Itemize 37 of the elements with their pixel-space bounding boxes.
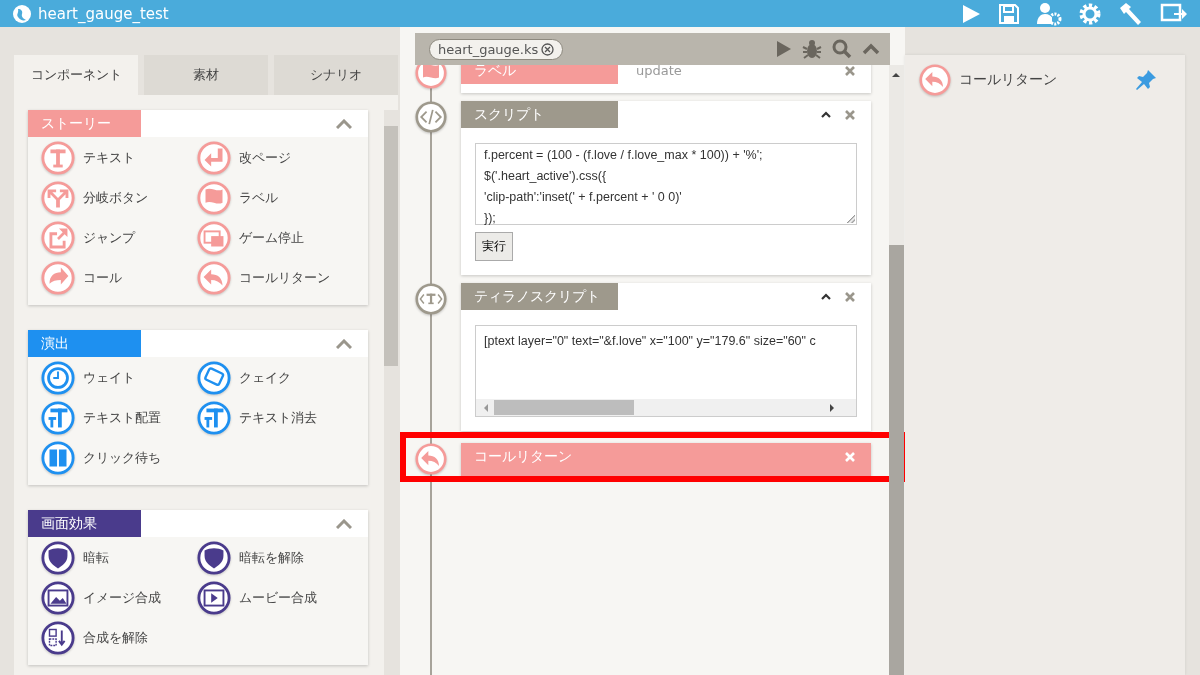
component-label[interactable]: テキスト消去: [239, 409, 317, 427]
component-label[interactable]: ジャンプ: [83, 229, 135, 247]
section-title: ストーリー: [28, 110, 141, 137]
component-label[interactable]: 暗転: [83, 549, 109, 567]
component-label[interactable]: クェイク: [239, 369, 291, 387]
label-name: update: [636, 65, 682, 78]
component-label[interactable]: ムービー合成: [239, 589, 317, 607]
block-title: ラベル: [461, 65, 618, 84]
project-title: heart_gauge_test: [38, 4, 169, 23]
file-tab[interactable]: heart_gauge.ks: [429, 38, 564, 60]
component-label[interactable]: 改ページ: [239, 149, 291, 167]
component-label[interactable]: ゲーム停止: [239, 229, 304, 247]
scenario-block[interactable]: ティラノスクリプト [ptext layer="0" text="&f.love" x="100" y="179.6" size="60" c: [461, 283, 871, 431]
panel-tab[interactable]: 素材: [144, 55, 268, 95]
component-label[interactable]: テキスト配置: [83, 409, 161, 427]
block-title: ティラノスクリプト: [461, 283, 618, 310]
scenario-block[interactable]: スクリプト f.percent = (100 - (f.love / f.love_max * 100)) + '%'; $('.heart_active').css({ 'clip-path':'inset(' + f.percent + ' 0 0)' }); 実行: [461, 101, 871, 275]
component-label[interactable]: 合成を解除: [83, 629, 148, 647]
component-label[interactable]: テキスト: [83, 149, 135, 167]
code-field[interactable]: [ptext layer="0" text="&f.love" x="100" y="179.6" size="60" c: [475, 325, 857, 417]
code-field[interactable]: f.percent = (100 - (f.love / f.love_max * 100)) + '%'; $('.heart_active').css({ 'clip-path':'inset(' + f.percent + ' 0 0)' });: [475, 143, 857, 225]
component-label[interactable]: 暗転を解除: [239, 549, 304, 567]
component-label[interactable]: ラベル: [239, 189, 278, 207]
component-label[interactable]: クリック待ち: [83, 449, 161, 467]
component-label[interactable]: ウェイト: [83, 369, 135, 387]
block-title: スクリプト: [461, 101, 618, 128]
section-title: 演出: [28, 330, 141, 357]
component-label[interactable]: コールリターン: [239, 269, 330, 287]
panel-tab[interactable]: シナリオ: [274, 55, 398, 95]
run-button[interactable]: 実行: [475, 232, 513, 261]
component-label[interactable]: 分岐ボタン: [83, 189, 148, 207]
inspector-title: コールリターン: [959, 71, 1057, 89]
panel-tab[interactable]: コンポーネント: [14, 55, 138, 95]
component-label[interactable]: コール: [83, 269, 122, 287]
block-title: コールリターン: [461, 443, 618, 470]
section-title: 画面効果: [28, 510, 141, 537]
component-label[interactable]: イメージ合成: [83, 589, 161, 607]
